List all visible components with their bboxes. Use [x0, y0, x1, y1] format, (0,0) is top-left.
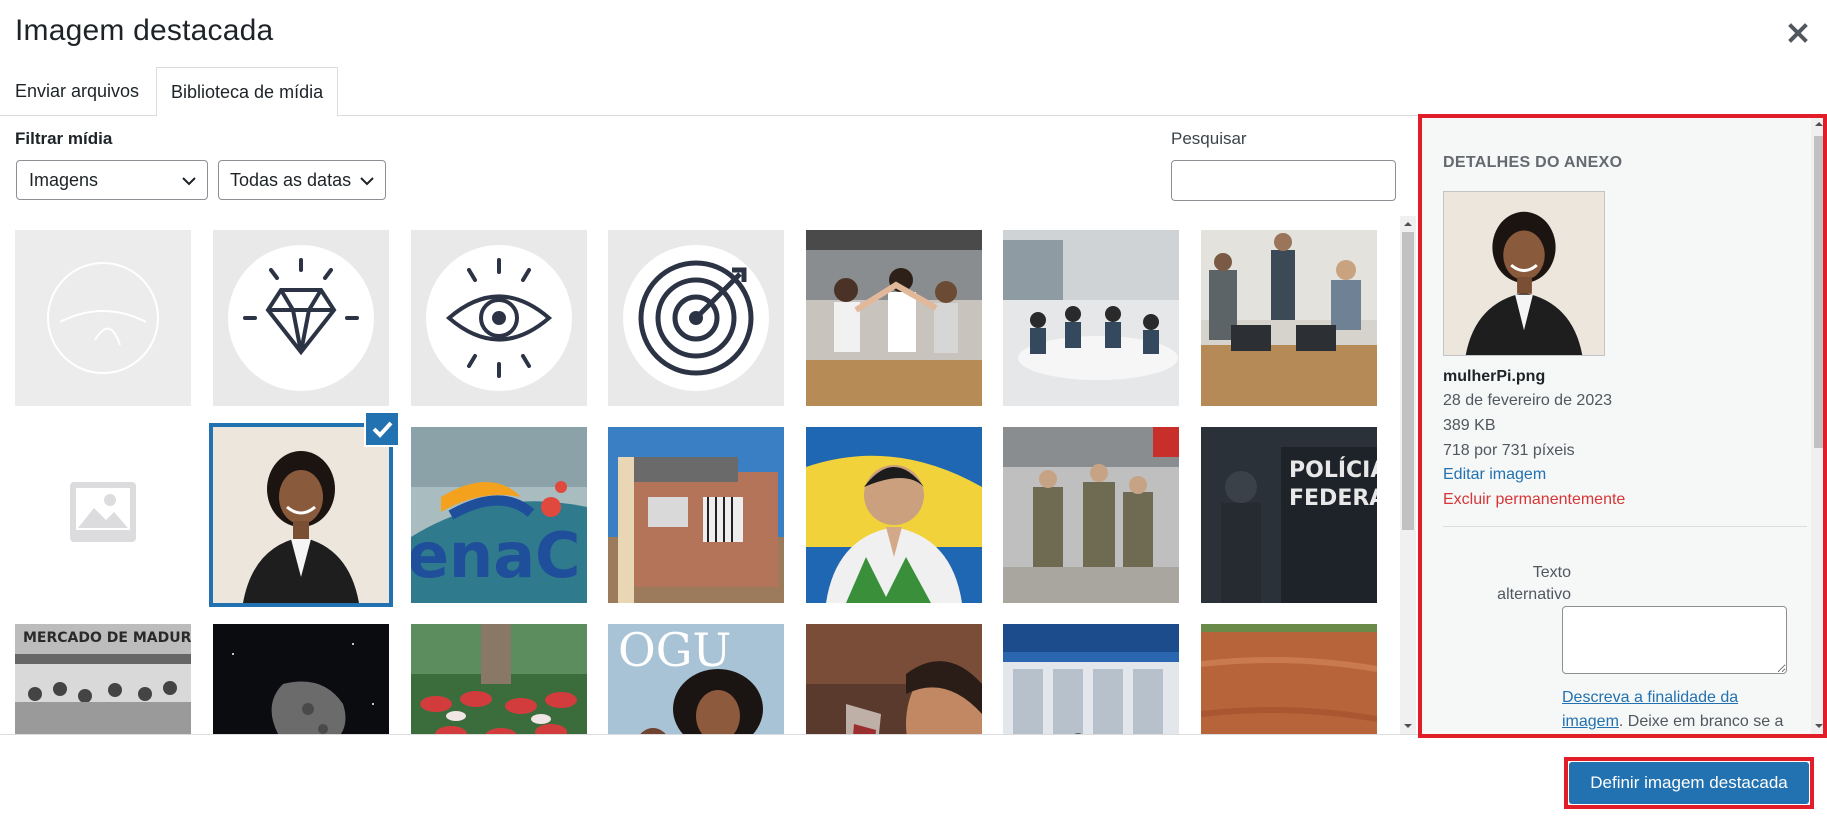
media-grid: enaC POLÍCIA FEDERAL MERCADO DE MADUREI O… [0, 216, 1400, 734]
set-featured-image-button[interactable]: Definir imagem destacada [1569, 762, 1809, 804]
details-filename: mulherPi.png [1443, 368, 1546, 385]
details-scrollbar[interactable] [1811, 116, 1827, 734]
media-item-brick-house[interactable] [608, 427, 784, 603]
date-filter-select[interactable]: Todas as datas [218, 160, 386, 200]
date-filter-value: Todas as datas [230, 170, 352, 190]
svg-text:enaC: enaC [411, 519, 581, 592]
details-heading: Detalhes do anexo [1443, 154, 1623, 171]
details-thumbnail [1443, 191, 1605, 356]
media-type-select[interactable]: Imagens [16, 160, 208, 200]
tab-media-library[interactable]: Biblioteca de mídia [156, 67, 339, 117]
media-item-meeting-room[interactable] [1003, 230, 1179, 406]
media-item-mercado[interactable]: MERCADO DE MADUREI [15, 624, 191, 734]
media-item-soldiers[interactable] [1003, 427, 1179, 603]
media-item-boy-praying[interactable] [806, 427, 982, 603]
media-item-muddy-river[interactable] [1201, 624, 1377, 734]
details-filesize: 389 KB [1443, 417, 1496, 434]
svg-text:FEDERAL: FEDERAL [1289, 486, 1377, 511]
media-item-office-presentation[interactable] [1201, 230, 1377, 406]
media-type-value: Imagens [29, 170, 99, 190]
svg-text:MERCADO DE MADUREI: MERCADO DE MADUREI [23, 630, 191, 646]
alt-text-input[interactable] [1562, 606, 1787, 674]
attachment-details-panel: Detalhes do anexo mulherPi.png 28 de fev… [1420, 116, 1827, 734]
media-item-team-celebration[interactable] [806, 230, 982, 406]
media-item-bank-queue[interactable] [1003, 624, 1179, 734]
tab-upload-files[interactable]: Enviar arquivos [1, 67, 153, 116]
media-item-target[interactable] [608, 230, 784, 406]
media-item-diamond[interactable] [213, 230, 389, 406]
media-item-woman-portrait[interactable] [209, 423, 393, 607]
selected-check-icon[interactable] [364, 411, 400, 447]
media-item-senac[interactable]: enaC [411, 427, 587, 603]
details-scrollbar-thumb[interactable] [1814, 136, 1824, 448]
filter-label: Filtrar mídia [15, 129, 113, 148]
details-dimensions: 718 por 731 píxeis [1443, 442, 1575, 459]
close-icon[interactable] [1783, 18, 1813, 48]
alt-text-label: Texto alternativo [1497, 564, 1571, 603]
footer-divider [0, 734, 1420, 735]
chevron-down-icon [182, 177, 196, 186]
grid-scrollbar[interactable] [1400, 216, 1416, 734]
media-item-crowd[interactable] [411, 624, 587, 734]
media-item-man-drinking[interactable] [806, 624, 982, 734]
media-item-federal-police[interactable]: POLÍCIA FEDERAL [1201, 427, 1377, 603]
delete-permanently-link[interactable]: Excluir permanentemente [1443, 491, 1625, 509]
details-divider [1443, 526, 1807, 527]
alt-text-help-rest: . Deixe em branco se a [1618, 713, 1784, 730]
svg-text:OGU: OGU [618, 624, 731, 677]
tab-bar: Enviar arquivos Biblioteca de mídia [0, 67, 1827, 117]
chevron-down-icon [360, 177, 374, 186]
media-item-placeholder[interactable] [15, 427, 191, 603]
media-item-eye[interactable] [411, 230, 587, 406]
media-item-logo[interactable] [15, 230, 191, 406]
alt-text-help: Descreva a finalidade da imagem. Deixe e… [1562, 686, 1792, 734]
media-item-magazine[interactable]: OGU [608, 624, 784, 734]
search-input[interactable] [1171, 160, 1396, 201]
svg-text:POLÍCIA: POLÍCIA [1289, 457, 1377, 483]
edit-image-link[interactable]: Editar imagem [1443, 466, 1546, 484]
media-item-asteroid[interactable] [213, 624, 389, 734]
details-date: 28 de fevereiro de 2023 [1443, 392, 1613, 409]
media-modal: Imagem destacada Enviar arquivos Bibliot… [0, 0, 1827, 816]
grid-scrollbar-thumb[interactable] [1402, 232, 1414, 530]
modal-title: Imagem destacada [15, 14, 274, 47]
search-label: Pesquisar [1171, 129, 1247, 148]
